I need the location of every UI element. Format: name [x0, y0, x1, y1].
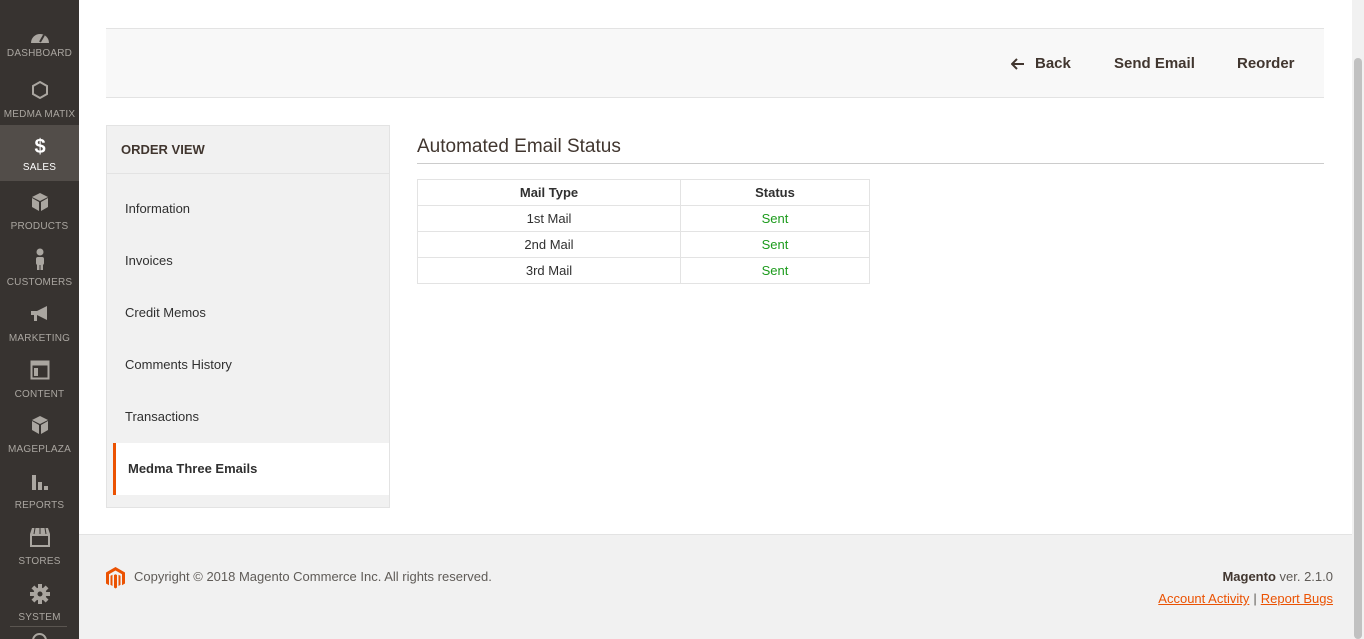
mail-type-cell: 3rd Mail [417, 257, 681, 284]
report-bugs-link[interactable]: Report Bugs [1261, 591, 1333, 606]
tab-credit-memos[interactable]: Credit Memos [107, 287, 389, 339]
section-divider [417, 163, 1324, 164]
back-button[interactable]: Back [1011, 52, 1071, 76]
sidebar-item-products[interactable]: PRODUCTS [0, 184, 79, 240]
version-number: ver. 2.1.0 [1279, 569, 1333, 584]
scrollbar-thumb[interactable] [1354, 58, 1362, 639]
tab-invoices[interactable]: Invoices [107, 235, 389, 287]
status-cell: Sent [680, 205, 870, 232]
version-info: Magento ver. 2.1.0 [1222, 569, 1333, 584]
sidebar-item-mageplaza[interactable]: MAGEPLAZA [0, 407, 79, 463]
copyright-text: Copyright © 2018 Magento Commerce Inc. A… [134, 569, 492, 584]
tab-information[interactable]: Information [107, 183, 389, 235]
order-view-tabs: ORDER VIEW Information Invoices Credit M… [106, 125, 390, 508]
table-row: 3rd Mail Sent [417, 257, 870, 284]
dashboard-icon [0, 28, 79, 46]
table-row: 2nd Mail Sent [417, 231, 870, 258]
layout-icon [0, 360, 79, 384]
box-icon [0, 415, 79, 439]
link-separator: | [1253, 591, 1257, 606]
store-icon [0, 527, 79, 551]
table-header-row: Mail Type Status [417, 179, 870, 206]
sidebar-item-content[interactable]: CONTENT [0, 352, 79, 408]
reorder-button[interactable]: Reorder [1237, 52, 1295, 76]
mail-type-cell: 2nd Mail [417, 231, 681, 258]
person-icon [0, 248, 79, 272]
sidebar-item-stores[interactable]: STORES [0, 519, 79, 575]
sidebar-item-reports[interactable]: REPORTS [0, 463, 79, 519]
page-actions-bar: Back Send Email Reorder [106, 28, 1324, 98]
hexagon-icon [0, 80, 79, 104]
send-email-button[interactable]: Send Email [1114, 52, 1195, 76]
email-status-table: Mail Type Status 1st Mail Sent 2nd Mail … [417, 179, 870, 284]
magento-logo-icon [106, 567, 125, 589]
sidebar-divider [10, 626, 67, 627]
table-row: 1st Mail Sent [417, 205, 870, 232]
sidebar-item-system[interactable]: SYSTEM [0, 575, 79, 631]
tab-medma-three-emails[interactable]: Medma Three Emails [113, 443, 389, 495]
sidebar-item-medma-matix[interactable]: MEDMA MATIX [0, 72, 79, 128]
tabs-divider [107, 173, 389, 174]
back-label: Back [1035, 55, 1071, 72]
status-cell: Sent [680, 231, 870, 258]
sidebar-item-dashboard[interactable]: DASHBOARD [0, 24, 79, 66]
footer-links: Account Activity | Report Bugs [1158, 591, 1333, 606]
sidebar-item-marketing[interactable]: MARKETING [0, 296, 79, 352]
find-partners-icon[interactable] [32, 633, 47, 639]
column-header-status: Status [680, 179, 870, 206]
account-activity-link[interactable]: Account Activity [1158, 591, 1249, 606]
sidebar-item-sales[interactable]: $ SALES [0, 125, 79, 181]
tabs-title: ORDER VIEW [121, 142, 205, 157]
column-header-mail-type: Mail Type [417, 179, 681, 206]
svg-text:$: $ [34, 136, 45, 157]
sidebar-item-customers[interactable]: CUSTOMERS [0, 240, 79, 296]
gear-icon [0, 583, 79, 607]
tab-transactions[interactable]: Transactions [107, 391, 389, 443]
bar-chart-icon [0, 471, 79, 495]
tab-comments-history[interactable]: Comments History [107, 339, 389, 391]
dollar-icon: $ [0, 135, 79, 159]
section-title: Automated Email Status [417, 136, 621, 157]
brand-name: Magento [1222, 569, 1276, 584]
status-cell: Sent [680, 257, 870, 284]
admin-sidebar: DASHBOARD MEDMA MATIX $ SALES PRODUCTS C… [0, 0, 79, 639]
vertical-scrollbar[interactable] [1352, 0, 1364, 639]
megaphone-icon [0, 304, 79, 328]
box-icon [0, 192, 79, 216]
arrow-left-icon [1011, 58, 1024, 70]
page-footer: Copyright © 2018 Magento Commerce Inc. A… [79, 534, 1364, 639]
mail-type-cell: 1st Mail [417, 205, 681, 232]
